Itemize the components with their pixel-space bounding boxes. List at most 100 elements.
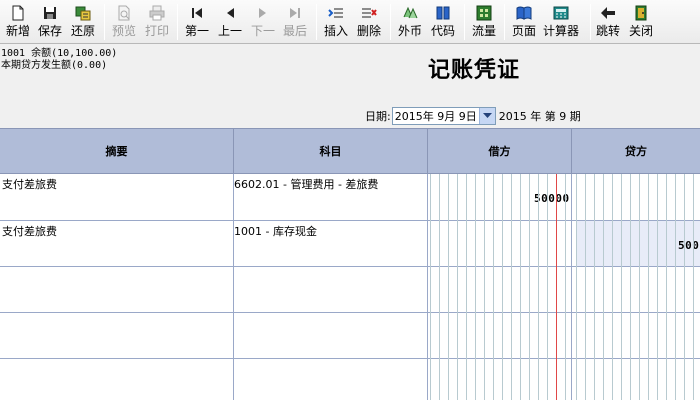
voucher-title: 记账凭证 [428,57,521,83]
digit-line [493,174,494,400]
prev-icon [227,8,234,18]
preview-button[interactable]: 预览 [110,1,138,43]
print-button[interactable]: 打印 [143,1,171,43]
digit-line [639,174,640,400]
digit-line [475,174,476,400]
grid-body: 支付差旅费 6602.01 - 管理费用 - 差旅费 50000 支付差旅费 1… [0,174,700,400]
digit-line [666,174,667,400]
new-button[interactable]: 新增 [4,1,32,43]
digit-line [484,174,485,400]
preview-icon [118,5,130,21]
row1-account[interactable]: 6602.01 - 管理费用 - 差旅费 [234,176,378,192]
date-row: 日期: 2015年 9月 9日 2015 年 第 9 期 [365,106,581,126]
row2-summary[interactable]: 支付差旅费 [2,223,57,239]
close-button-label: 关闭 [628,24,653,38]
digit-line [603,174,604,400]
row2-account[interactable]: 1001 - 库存现金 [234,223,317,239]
first-button-label: 第一 [184,24,209,38]
calculator-button-label: 计算器 [542,24,579,38]
digit-line [612,174,613,400]
row2-credit[interactable]: 500 [678,239,699,252]
cashflow-icon [476,5,492,21]
header-account[interactable]: 科目 [234,129,428,173]
save-disk-icon [44,7,56,19]
delete-button-label: 删除 [356,24,381,38]
digit-line [448,174,449,400]
next-button-label: 下一 [250,24,275,38]
digit-line [621,174,622,400]
insert-button[interactable]: 插入 [322,1,350,43]
insert-row-icon [328,8,343,18]
page-button[interactable]: 页面 [510,1,538,43]
voucher-grid: 摘要 科目 借方 贷方 支付差旅费 6602.01 - 管理费用 - 差旅费 5… [0,128,700,400]
digit-line [538,174,539,400]
toolbar-separator [504,4,505,40]
first-button[interactable]: 第一 [183,1,211,43]
row-divider [0,312,700,313]
calculator-button[interactable]: 计算器 [541,1,581,43]
close-door-icon [635,5,647,21]
save-button[interactable]: 保存 [36,1,64,43]
credit-total-text: 本期贷方发生额(0.00) [1,60,108,71]
chevron-down-icon[interactable] [478,108,495,124]
date-label: 日期: [365,110,391,123]
column-divider [233,174,234,400]
insert-button-label: 插入 [323,24,348,38]
digit-line [576,174,577,400]
currency-icon [403,6,418,19]
next-button[interactable]: 下一 [249,1,277,43]
digit-line [675,174,676,400]
foreign-currency-button[interactable]: 外币 [396,1,424,43]
save-button-label: 保存 [37,24,62,38]
restore-button[interactable]: 还原 [68,1,98,43]
next-icon [259,8,266,18]
prev-button[interactable]: 上一 [216,1,244,43]
page-button-label: 页面 [511,24,536,38]
date-value: 2015年 9月 9日 [394,110,477,123]
digit-line [657,174,658,400]
header-summary[interactable]: 摘要 [0,129,234,173]
digit-line [585,174,586,400]
jump-button[interactable]: 跳转 [594,1,622,43]
grid-header: 摘要 科目 借方 贷方 [0,128,700,174]
foreign-currency-button-label: 外币 [397,24,422,38]
header-debit[interactable]: 借方 [428,129,572,173]
cashflow-button-label: 流量 [471,24,496,38]
row-divider [0,266,700,267]
toolbar-separator [464,4,465,40]
digit-line [529,174,530,400]
digit-line [520,174,521,400]
last-button[interactable]: 最后 [281,1,309,43]
close-button[interactable]: 关闭 [627,1,655,43]
digit-line [693,174,694,400]
digit-line [511,174,512,400]
toolbar-separator [590,4,591,40]
column-divider [571,174,572,400]
new-button-label: 新增 [5,24,30,38]
toolbar-separator [316,4,317,40]
date-picker[interactable]: 2015年 9月 9日 [391,107,496,125]
cashflow-button[interactable]: 流量 [470,1,498,43]
digit-line [630,174,631,400]
decimal-line [556,174,557,400]
row-divider [0,220,700,221]
toolbar-separator [104,4,105,40]
preview-button-label: 预览 [111,24,136,38]
first-icon [192,8,202,18]
code-button-label: 代码 [430,24,455,38]
row-divider [0,358,700,359]
digit-line [648,174,649,400]
digit-line [439,174,440,400]
prev-button-label: 上一 [217,24,242,38]
code-button[interactable]: 代码 [429,1,457,43]
toolbar-separator [177,4,178,40]
header-credit[interactable]: 贷方 [572,129,700,173]
digit-line [466,174,467,400]
delete-button[interactable]: 删除 [355,1,383,43]
row1-summary[interactable]: 支付差旅费 [2,176,57,192]
balance-text: 1001 余额(10,100.00) [1,48,118,59]
digit-line [547,174,548,400]
period-text: 2015 年 第 9 期 [498,110,581,123]
calculator-icon [553,6,569,20]
new-doc-icon [12,5,24,21]
